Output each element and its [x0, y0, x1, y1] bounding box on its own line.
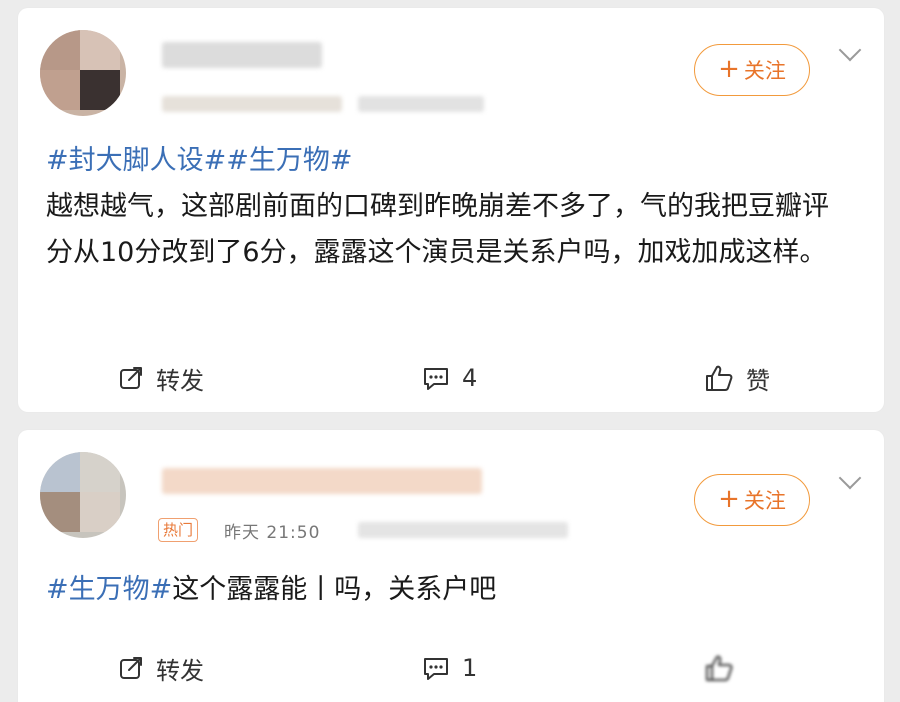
- post-card: + 关注 #封大脚人设##生万物# 越想越气，这部剧前面的口碑到昨晚崩差不多了，气…: [18, 8, 884, 412]
- topic-link[interactable]: #生万物#: [46, 574, 172, 605]
- comment-icon: [424, 658, 448, 680]
- action-bar: 转发 4 赞: [18, 358, 884, 398]
- avatar[interactable]: [40, 30, 126, 116]
- post-body: 这个露露能丨吗，关系户吧: [172, 574, 497, 605]
- post-body: 越想越气，这部剧前面的口碑到昨晚崩差不多了，气的我把豆瓣评分从10分改到了6分，…: [46, 191, 829, 268]
- avatar[interactable]: [40, 452, 126, 538]
- follow-label: 关注: [743, 59, 786, 83]
- topic-link[interactable]: #生万物#: [226, 145, 352, 176]
- meta-blurred: [162, 96, 342, 112]
- comment-button[interactable]: 1: [422, 648, 477, 688]
- repost-button[interactable]: 转发: [118, 358, 204, 398]
- comment-count: 1: [462, 654, 478, 682]
- timestamp: 昨天 21:50: [224, 523, 321, 543]
- action-bar: 转发 1: [18, 648, 884, 688]
- feed: + 关注 #封大脚人设##生万物# 越想越气，这部剧前面的口碑到昨晚崩差不多了，气…: [0, 0, 900, 702]
- follow-label: 关注: [743, 489, 786, 513]
- post-text: #封大脚人设##生万物# 越想越气，这部剧前面的口碑到昨晚崩差不多了，气的我把豆瓣…: [46, 138, 846, 276]
- share-icon: [120, 367, 142, 389]
- repost-label: 转发: [156, 656, 204, 685]
- chevron-down-icon[interactable]: [838, 38, 862, 62]
- follow-button[interactable]: + 关注: [694, 474, 810, 526]
- repost-label: 转发: [156, 366, 204, 395]
- topic-link[interactable]: #封大脚人设#: [46, 145, 226, 176]
- comment-icon: [424, 368, 448, 390]
- plus-icon: +: [718, 54, 740, 84]
- follow-button[interactable]: + 关注: [694, 44, 810, 96]
- repost-button[interactable]: 转发: [118, 648, 204, 688]
- like-button[interactable]: [704, 648, 734, 688]
- comment-button[interactable]: 4: [422, 358, 477, 398]
- like-icon: [706, 655, 733, 681]
- comment-count: 4: [462, 364, 478, 392]
- username-blurred[interactable]: [162, 468, 482, 494]
- meta-blurred: [358, 96, 484, 112]
- post-text: #生万物#这个露露能丨吗，关系户吧: [46, 567, 846, 613]
- username-blurred[interactable]: [162, 42, 322, 68]
- like-label: 赞: [746, 366, 770, 395]
- post-card: 热门 昨天 21:50 + 关注 #生万物#这个露露能丨吗，关系户吧 转发 1: [18, 430, 884, 702]
- plus-icon: +: [718, 484, 740, 514]
- hot-badge: 热门: [158, 518, 199, 542]
- like-button[interactable]: 赞: [704, 358, 770, 398]
- chevron-down-icon[interactable]: [838, 466, 862, 490]
- meta-blurred: [358, 522, 568, 538]
- share-icon: [120, 657, 142, 679]
- like-icon: [706, 365, 733, 391]
